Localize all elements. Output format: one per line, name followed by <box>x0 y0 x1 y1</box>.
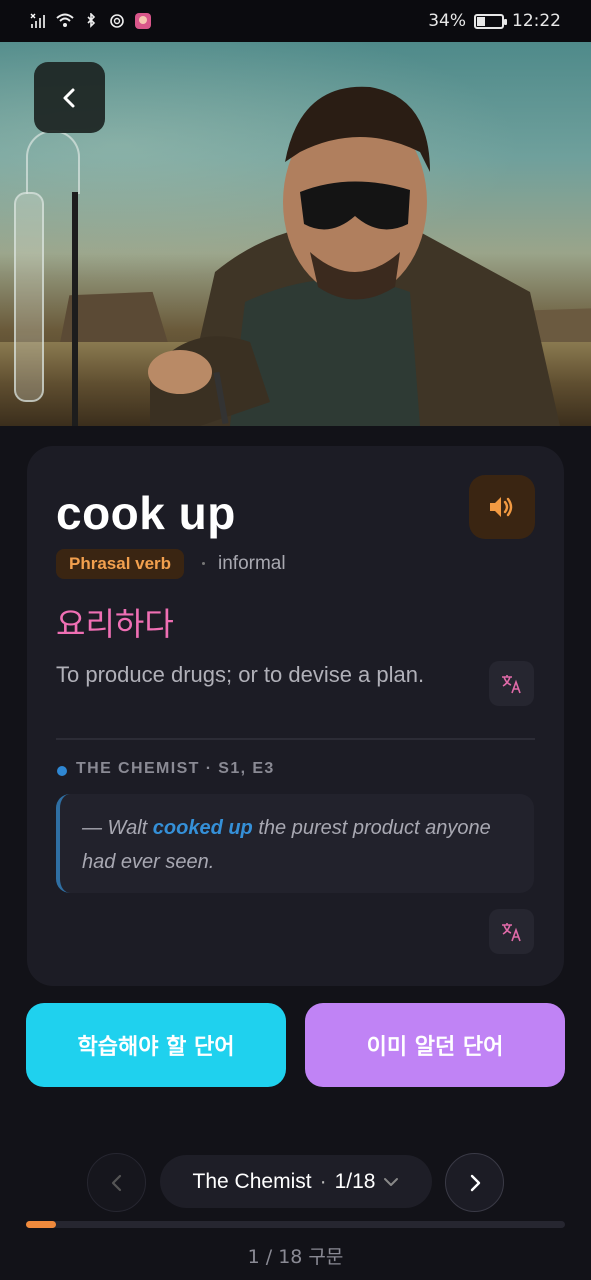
deck-position: 1/18 <box>334 1169 376 1193</box>
quote-highlight: cooked up <box>152 817 253 839</box>
wifi-icon <box>56 13 74 27</box>
speaker-icon <box>490 497 513 517</box>
back-button[interactable] <box>34 62 105 133</box>
battery-percent: 34% <box>428 11 466 31</box>
deck-name: The Chemist <box>192 1169 312 1193</box>
already-known-button[interactable]: 이미 알던 단어 <box>305 1003 565 1087</box>
clock: 12:22 <box>512 11 561 31</box>
chevron-right-icon <box>470 1174 480 1191</box>
example-quote: — Walt cooked up the purest product anyo… <box>56 794 534 893</box>
chevron-left-icon <box>111 1174 121 1191</box>
bluetooth-icon <box>87 13 96 28</box>
translate-definition-button[interactable] <box>489 661 534 706</box>
translate-icon <box>501 674 521 693</box>
card-divider <box>56 738 535 740</box>
app-avatar-icon <box>135 13 151 29</box>
progress-bar <box>26 1221 565 1228</box>
pager-separator: · <box>319 1169 327 1193</box>
chevron-down-icon <box>384 1177 399 1186</box>
definition-text: To produce drugs; or to devise a plan. <box>56 662 425 687</box>
separator-dot <box>202 562 205 565</box>
status-bar: 34% 12:22 <box>0 0 591 42</box>
no-sim-signal-icon <box>30 13 45 28</box>
status-icons-left <box>30 13 152 29</box>
hero-image <box>0 42 591 426</box>
quote-before: — Walt <box>82 817 153 839</box>
battery-icon <box>474 13 507 29</box>
chevron-left-icon <box>63 88 74 107</box>
translate-quote-button[interactable] <box>489 909 534 954</box>
pronunciation-audio-button[interactable] <box>469 475 535 539</box>
previous-phrase-button[interactable] <box>87 1153 146 1212</box>
word-title: cook up <box>56 487 236 539</box>
deck-selector[interactable]: The Chemist · 1/18 <box>160 1155 432 1208</box>
korean-meaning: 요리하다 <box>56 605 174 643</box>
need-to-learn-button[interactable]: 학습해야 할 단어 <box>26 1003 286 1087</box>
progress-fill <box>26 1221 56 1228</box>
part-of-speech-badge: Phrasal verb <box>56 549 185 579</box>
source-dot <box>57 766 67 776</box>
openai-icon <box>110 14 124 28</box>
translate-icon <box>501 922 521 941</box>
episode-source: THE CHEMIST · S1, E3 <box>76 760 275 777</box>
status-icons-right: 34% 12:22 <box>428 11 561 31</box>
next-phrase-button[interactable] <box>445 1153 504 1212</box>
phrase-count: 1 / 18 구문 <box>247 1246 344 1268</box>
register-label: informal <box>218 553 286 574</box>
